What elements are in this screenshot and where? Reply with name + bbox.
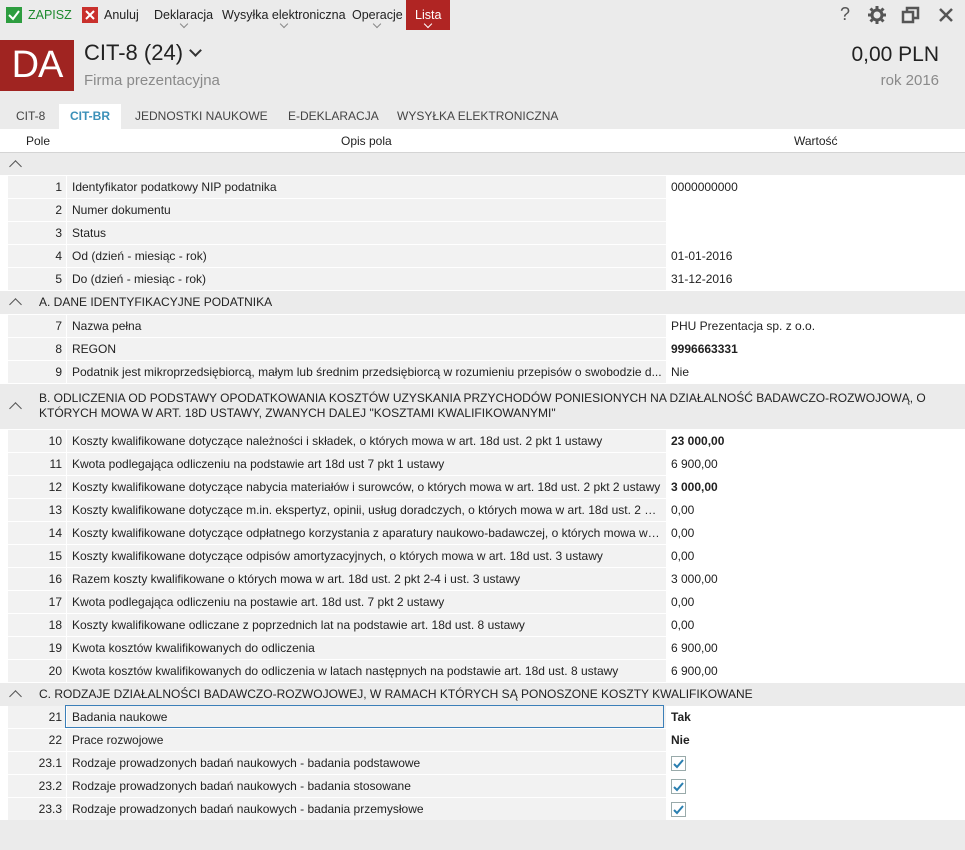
checkmark-icon — [673, 782, 684, 792]
value-cell[interactable]: 23 000,00 — [666, 430, 965, 452]
tab-e-deklaracja[interactable]: E-DEKLARACJA — [277, 104, 390, 129]
grid-header: Pole Opis pola Wartość — [0, 129, 965, 153]
table-row: 16 Razem koszty kwalifikowane o których m… — [8, 568, 965, 590]
value-cell[interactable]: 3 000,00 — [666, 476, 965, 498]
section-header-general[interactable] — [0, 153, 965, 175]
tab-cit-br[interactable]: CIT-BR — [59, 104, 121, 129]
collapse-icon[interactable] — [9, 298, 22, 311]
check-icon — [6, 6, 22, 23]
status-area — [0, 820, 965, 850]
value-cell[interactable] — [666, 775, 965, 797]
collapse-icon[interactable] — [9, 690, 22, 703]
checkmark-icon — [673, 759, 684, 769]
save-label: ZAPISZ — [28, 8, 72, 22]
value-cell[interactable]: Tak — [666, 706, 965, 728]
table-row: 23.1 Rodzaje prowadzonych badań naukowych… — [8, 752, 965, 774]
table-row: 14 Koszty kwalifikowane dotyczące odpłatn… — [8, 522, 965, 544]
table-row: 17 Kwota podlegająca odliczeniu na postaw… — [8, 591, 965, 613]
table-row: 13 Koszty kwalifikowane dotyczące m.in. e… — [8, 499, 965, 521]
column-header-description[interactable]: Opis pola — [341, 134, 392, 148]
help-icon[interactable]: ? — [835, 4, 855, 25]
table-row: 22 Prace rozwojowe Nie — [8, 729, 965, 751]
table-row: 9 Podatnik jest mikroprzedsiębiorcą, mały… — [8, 361, 965, 383]
table-row: 19 Kwota kosztów kwalifikowanych do odlic… — [8, 637, 965, 659]
table-row: 5 Do (dzień - miesiąc - rok) 31-12-2016 — [8, 268, 965, 290]
amount-total: 0,00 PLN — [851, 43, 939, 66]
close-window-icon[interactable] — [936, 5, 956, 25]
value-cell[interactable]: 0000000000 — [666, 176, 965, 198]
form-grid: Pole Opis pola Wartość 1 Identyfikator po… — [0, 129, 965, 820]
checkbox-badania-stosowane[interactable] — [671, 779, 686, 794]
table-row: 23.2 Rodzaje prowadzonych badań naukowych… — [8, 775, 965, 797]
checkbox-badania-podstawowe[interactable] — [671, 756, 686, 771]
collapse-icon[interactable] — [9, 160, 22, 173]
company-name: Firma prezentacyjna — [84, 72, 220, 89]
value-cell[interactable] — [666, 752, 965, 774]
table-row: 7 Nazwa pełna PHU Prezentacja sp. z o.o. — [8, 315, 965, 337]
value-cell[interactable]: 3 000,00 — [666, 568, 965, 590]
tab-wysylka-elektroniczna[interactable]: WYSYŁKA ELEKTRONICZNA — [386, 104, 569, 129]
value-cell[interactable]: Nie — [666, 729, 965, 751]
value-cell[interactable] — [666, 222, 965, 244]
close-icon — [82, 6, 98, 23]
toolbar: ZAPISZ Anuluj Deklaracja Wysyłka elektro… — [0, 0, 965, 30]
collapse-icon[interactable] — [9, 402, 22, 415]
value-cell[interactable]: Nie — [666, 361, 965, 383]
cancel-label: Anuluj — [104, 8, 139, 22]
list-menu[interactable]: Lista — [406, 0, 451, 30]
value-cell[interactable]: 6 900,00 — [666, 453, 965, 475]
document-title-dropdown[interactable]: CIT-8 (24) — [84, 40, 202, 66]
table-row: 8 REGON 9996663331 — [8, 338, 965, 360]
checkmark-icon — [673, 805, 684, 815]
table-row: 21 Badania naukowe Tak — [8, 706, 965, 728]
tab-jednostki-naukowe[interactable]: JEDNOSTKI NAUKOWE — [124, 104, 279, 129]
table-row: 12 Koszty kwalifikowane dotyczące nabycia… — [8, 476, 965, 498]
column-header-value[interactable]: Wartość — [794, 134, 838, 148]
table-row: 1 Identyfikator podatkowy NIP podatnika 00… — [8, 176, 965, 198]
year-label: rok 2016 — [880, 72, 939, 89]
table-row: 2 Numer dokumentu — [8, 199, 965, 221]
value-cell[interactable]: 0,00 — [666, 614, 965, 636]
logo: DA — [0, 40, 74, 91]
value-cell[interactable]: 0,00 — [666, 591, 965, 613]
value-cell[interactable]: 01-01-2016 — [666, 245, 965, 267]
restore-window-icon[interactable] — [901, 5, 921, 25]
value-cell[interactable] — [666, 199, 965, 221]
table-row: 11 Kwota podlegająca odliczeniu na podsta… — [8, 453, 965, 475]
table-row: 10 Koszty kwalifikowane dotyczące należno… — [8, 430, 965, 452]
e-sending-menu[interactable]: Wysyłka elektroniczna — [222, 0, 346, 30]
cancel-button[interactable]: Anuluj — [82, 0, 139, 30]
column-header-field[interactable]: Pole — [26, 134, 50, 148]
value-cell[interactable]: 6 900,00 — [666, 637, 965, 659]
table-row: 18 Koszty kwalifikowane odliczane z poprz… — [8, 614, 965, 636]
value-cell[interactable]: 31-12-2016 — [666, 268, 965, 290]
tab-cit8[interactable]: CIT-8 — [5, 104, 56, 129]
gear-icon[interactable] — [867, 5, 887, 25]
value-cell[interactable]: 0,00 — [666, 499, 965, 521]
checkbox-badania-przemyslowe[interactable] — [671, 802, 686, 817]
table-row: 3 Status — [8, 222, 965, 244]
value-cell[interactable] — [666, 798, 965, 820]
value-cell[interactable]: 9996663331 — [666, 338, 965, 360]
declaration-menu[interactable]: Deklaracja — [154, 0, 213, 30]
value-cell[interactable]: 0,00 — [666, 545, 965, 567]
value-cell[interactable]: 6 900,00 — [666, 660, 965, 682]
operations-menu[interactable]: Operacje — [352, 0, 403, 30]
section-header-b[interactable]: B. ODLICZENIA OD PODSTAWY OPODATKOWANIA … — [0, 384, 965, 429]
section-header-a[interactable]: A. DANE IDENTYFIKACYJNE PODATNIKA — [0, 291, 965, 314]
table-row: 4 Od (dzień - miesiąc - rok) 01-01-2016 — [8, 245, 965, 267]
save-button[interactable]: ZAPISZ — [6, 0, 72, 30]
value-cell[interactable]: PHU Prezentacja sp. z o.o. — [666, 315, 965, 337]
table-row: 23.3 Rodzaje prowadzonych badań naukowych… — [8, 798, 965, 820]
chevron-down-icon — [189, 44, 202, 57]
value-cell[interactable]: 0,00 — [666, 522, 965, 544]
page-title: CIT-8 (24) — [84, 40, 184, 65]
table-row: 15 Koszty kwalifikowane dotyczące odpisów… — [8, 545, 965, 567]
section-header-c[interactable]: C. RODZAJE DZIAŁALNOŚCI BADAWCZO-ROZWOJO… — [0, 683, 965, 706]
table-row: 20 Kwota kosztów kwalifikowanych do odlic… — [8, 660, 965, 682]
tab-bar: CIT-8 CIT-BR JEDNOSTKI NAUKOWE E-DEKLARA… — [0, 104, 965, 129]
